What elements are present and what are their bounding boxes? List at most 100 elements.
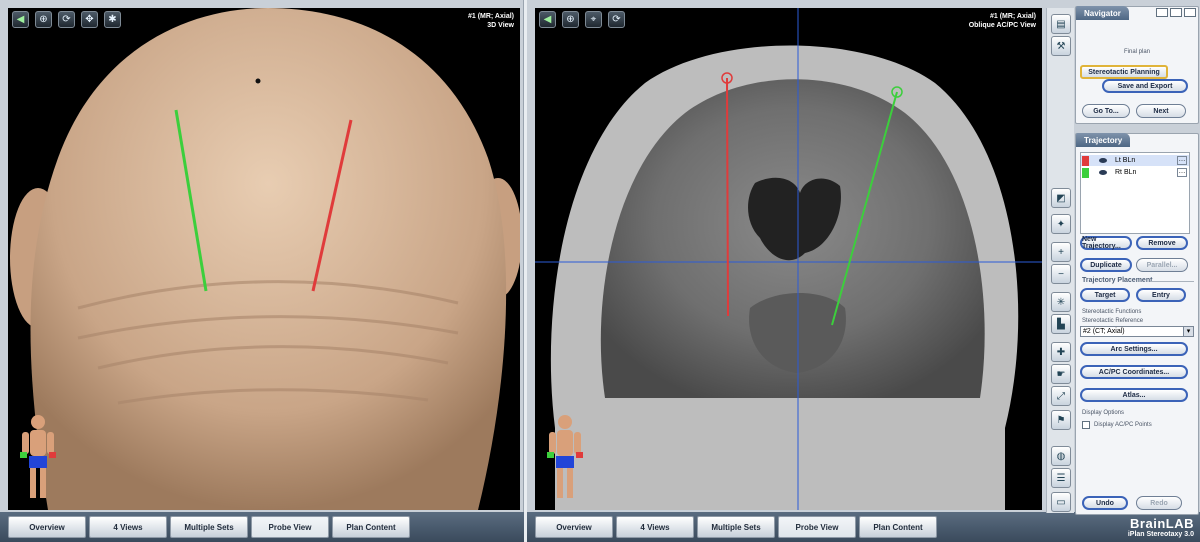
add-point-icon[interactable]: ✚ (1051, 342, 1071, 362)
trajectory-item[interactable]: Rt BLn … (1081, 167, 1189, 178)
left-view-info: #1 (MR; Axial) 3D View (468, 12, 514, 30)
navigator-window-controls (1156, 8, 1196, 17)
measure-icon[interactable]: ▙ (1051, 314, 1071, 334)
display-acpc-label: Display AC/PC Points (1094, 422, 1152, 428)
center-icon[interactable]: ✳ (1051, 292, 1071, 312)
chevron-down-icon[interactable]: ▾ (1183, 327, 1193, 336)
tab-multiple-sets[interactable]: Multiple Sets (170, 516, 248, 538)
more-icon[interactable]: … (1177, 168, 1187, 177)
goto-button[interactable]: Go To... (1082, 104, 1130, 118)
brightness-icon[interactable]: ✦ (1051, 214, 1071, 234)
rotate-icon[interactable]: ⟳ (608, 11, 625, 28)
undo-button[interactable]: Undo (1082, 496, 1128, 510)
right-pane: ◀ ⊕ ⌖ ⟳ #1 (MR; Axial) Oblique AC/PC Vie… (527, 0, 1200, 542)
hand-icon[interactable]: ☛ (1051, 364, 1071, 384)
wrench-icon[interactable]: ⚒ (1051, 36, 1071, 56)
navigator-panel: Navigator Final plan Stereotactic Planni… (1075, 6, 1199, 124)
entry-button[interactable]: Entry (1136, 288, 1186, 302)
screen-icon[interactable]: ▭ (1051, 492, 1071, 512)
trajectory-item[interactable]: Lt BLn … (1081, 155, 1189, 166)
app-window: ◀ ⊕ ⟳ ✥ ✱ #1 (MR; Axial) 3D View Overvie… (0, 0, 1200, 542)
parallel-button[interactable]: Parallel... (1136, 258, 1188, 272)
tab-plan-content[interactable]: Plan Content (332, 516, 410, 538)
vertical-toolbar: ▤ ⚒ ◩ ✦ + − ✳ ▙ ✚ ☛ ⤢ ⚑ ◍ ☰ ▭ (1046, 8, 1074, 513)
left-view-info-line1: #1 (MR; Axial) (467, 13, 514, 20)
trajectory-color-swatch (1082, 167, 1089, 178)
tab-plan-content[interactable]: Plan Content (859, 516, 937, 538)
target-button[interactable]: Target (1080, 288, 1130, 302)
acpc-coordinates-button[interactable]: AC/PC Coordinates... (1080, 365, 1188, 379)
new-trajectory-button[interactable]: New Trajectory... (1080, 236, 1132, 250)
trajectory-line-red (726, 77, 729, 317)
zoom-icon[interactable]: ⊕ (562, 11, 579, 28)
crosshair-icon[interactable]: ⌖ (585, 11, 602, 28)
trajectory-item-label: Rt BLn (1115, 169, 1137, 176)
trajectory-title: Trajectory (1076, 133, 1131, 147)
minimize-icon[interactable] (1170, 8, 1182, 17)
left-view-toolbar: ◀ ⊕ ⟳ ✥ ✱ (12, 11, 121, 28)
left-pane: ◀ ⊕ ⟳ ✥ ✱ #1 (MR; Axial) 3D View Overvie… (0, 0, 524, 542)
stereotactic-planning-button[interactable]: Stereotactic Planning (1080, 65, 1168, 79)
restore-icon[interactable] (1156, 8, 1168, 17)
arc-settings-button[interactable]: Arc Settings... (1080, 342, 1188, 356)
right-view-info-line2: Oblique AC/PC View (968, 22, 1036, 29)
display-options-label: Display Options (1082, 410, 1125, 416)
reference-select-value: #2 (CT; Axial) (1083, 328, 1125, 335)
tab-4-views[interactable]: 4 Views (616, 516, 694, 538)
axes-icon[interactable]: ✱ (104, 11, 121, 28)
next-button[interactable]: Next (1136, 104, 1186, 118)
stack-icon[interactable]: ☰ (1051, 468, 1071, 488)
right-view-toolbar: ◀ ⊕ ⌖ ⟳ (539, 11, 625, 28)
rotate-icon[interactable]: ⟳ (58, 11, 75, 28)
left-tabbar: Overview 4 Views Multiple Sets Probe Vie… (8, 516, 410, 538)
tab-overview[interactable]: Overview (535, 516, 613, 538)
trajectory-color-swatch (1082, 155, 1089, 166)
slice-icon[interactable]: ◩ (1051, 188, 1071, 208)
navigator-title: Navigator (1076, 6, 1129, 20)
back-icon[interactable]: ◀ (539, 11, 556, 28)
scale-icon[interactable]: ⤢ (1051, 386, 1071, 406)
zoom-out-icon[interactable]: − (1051, 264, 1071, 284)
orientation-avatar[interactable] (18, 412, 58, 502)
atlas-button[interactable]: Atlas... (1080, 388, 1188, 402)
tab-overview[interactable]: Overview (8, 516, 86, 538)
right-tabbar: Overview 4 Views Multiple Sets Probe Vie… (535, 516, 937, 538)
brand-logo: BrainLAB iPlan Stereotaxy 3.0 (1128, 516, 1194, 538)
eye-icon[interactable] (1099, 170, 1107, 175)
trajectory-panel: Trajectory Lt BLn … Rt BLn … New Traject… (1075, 133, 1199, 515)
final-plan-label: Final plan (1123, 49, 1150, 55)
tab-probe-view[interactable]: Probe View (251, 516, 329, 538)
trajectory-placement-label: Trajectory Placement (1082, 277, 1153, 284)
globe-icon[interactable]: ◍ (1051, 446, 1071, 466)
back-icon[interactable]: ◀ (12, 11, 29, 28)
brand-product: iPlan Stereotaxy 3.0 (1127, 531, 1194, 538)
right-view-info: #1 (MR; Axial) Oblique AC/PC View (969, 12, 1036, 30)
mri-view[interactable]: ◀ ⊕ ⌖ ⟳ #1 (MR; Axial) Oblique AC/PC Vie… (535, 8, 1042, 510)
brand-name: BrainLAB (1130, 516, 1194, 531)
close-icon[interactable] (1184, 8, 1196, 17)
duplicate-button[interactable]: Duplicate (1080, 258, 1132, 272)
head-surface (30, 8, 507, 510)
remove-button[interactable]: Remove (1136, 236, 1188, 250)
layers-icon[interactable]: ▤ (1051, 14, 1071, 34)
pan-icon[interactable]: ✥ (81, 11, 98, 28)
head-3d-render (10, 8, 520, 510)
more-icon[interactable]: … (1177, 156, 1187, 165)
zoom-icon[interactable]: ⊕ (35, 11, 52, 28)
reference-select[interactable]: #2 (CT; Axial) ▾ (1080, 326, 1194, 337)
stereotactic-reference-label: Stereotactic Reference (1082, 318, 1144, 324)
tab-4-views[interactable]: 4 Views (89, 516, 167, 538)
tab-multiple-sets[interactable]: Multiple Sets (697, 516, 775, 538)
trajectory-item-label: Lt BLn (1115, 157, 1136, 164)
display-acpc-checkbox[interactable] (1082, 421, 1090, 429)
left-view-info-line2: 3D View (487, 22, 514, 29)
zoom-in-icon[interactable]: + (1051, 242, 1071, 262)
tab-probe-view[interactable]: Probe View (778, 516, 856, 538)
redo-button[interactable]: Redo (1136, 496, 1182, 510)
mri-slice (535, 8, 1042, 510)
3d-view[interactable]: ◀ ⊕ ⟳ ✥ ✱ #1 (MR; Axial) 3D View (8, 8, 520, 510)
save-export-button[interactable]: Save and Export (1102, 79, 1188, 93)
orientation-avatar[interactable] (545, 412, 585, 502)
flag-icon[interactable]: ⚑ (1051, 410, 1071, 430)
eye-icon[interactable] (1099, 158, 1107, 163)
